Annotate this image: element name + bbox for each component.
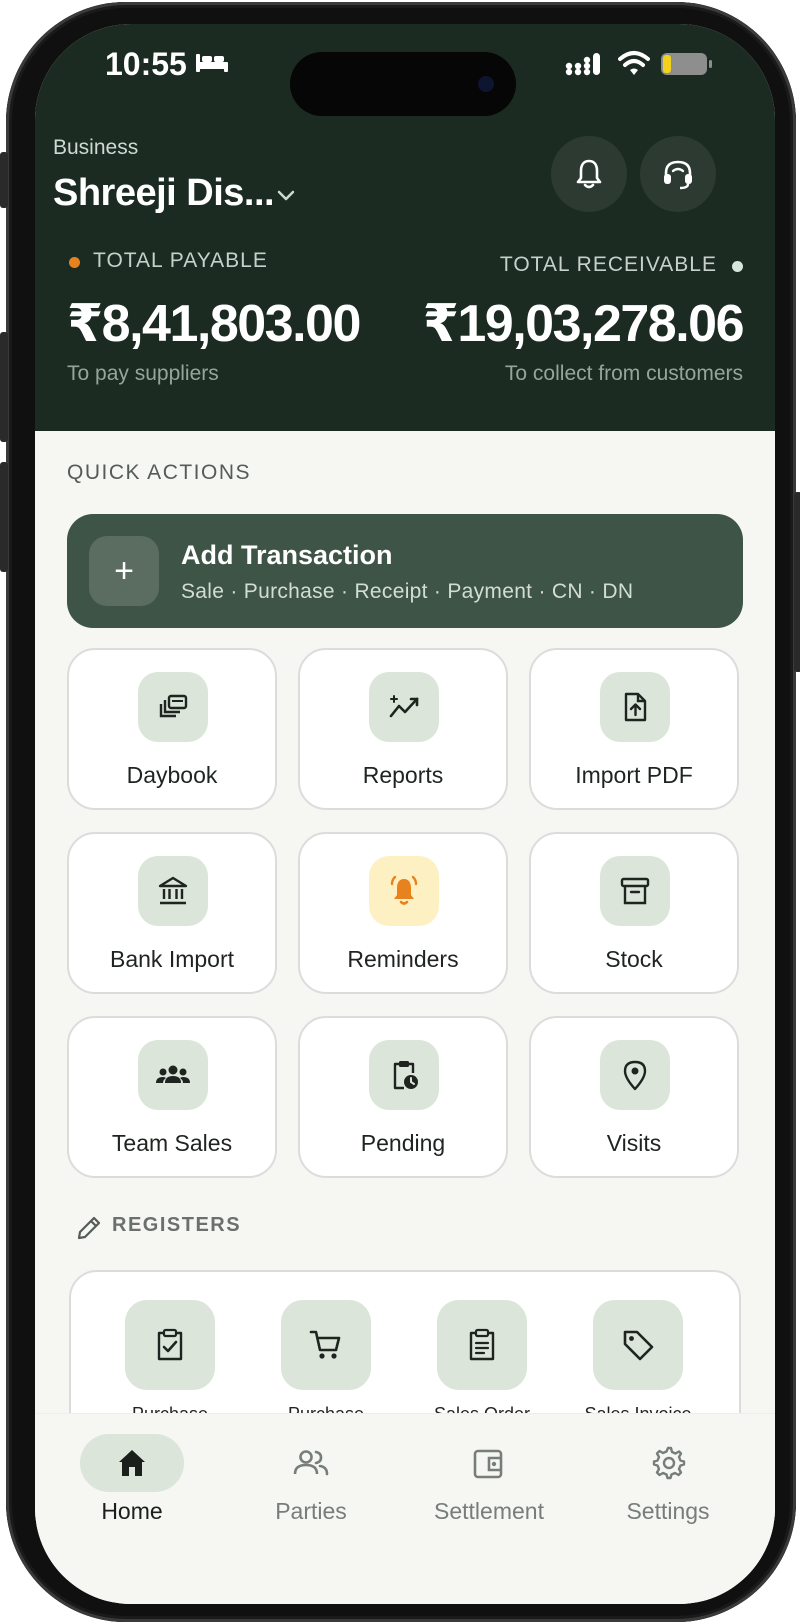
clipboard-list-icon[interactable] xyxy=(437,1300,527,1390)
nav-parties[interactable]: Parties xyxy=(221,1414,401,1534)
bank-icon xyxy=(138,856,208,926)
total-payable-amount[interactable]: ₹8,41,803.00 xyxy=(67,294,361,354)
screen: 10:55 Business Shreeji Dis... TOTAL PAYA… xyxy=(35,24,775,1604)
daybook-tile[interactable]: Daybook xyxy=(67,648,277,810)
business-name-selector[interactable]: Shreeji Dis... xyxy=(53,172,275,215)
team-sales-label: Team Sales xyxy=(111,1130,233,1156)
side-button-left-mid xyxy=(0,332,8,442)
home-icon xyxy=(80,1434,184,1492)
pending-label: Pending xyxy=(360,1130,446,1156)
battery-icon xyxy=(661,53,712,75)
bed-icon xyxy=(196,54,228,72)
reports-tile[interactable]: Reports xyxy=(298,648,508,810)
add-transaction-subtitle: Sale · Purchase · Receipt · Payment · CN… xyxy=(181,580,634,603)
visits-label: Visits xyxy=(606,1130,662,1156)
reminders-label: Reminders xyxy=(347,946,459,972)
total-receivable-title: TOTAL RECEIVABLE xyxy=(499,253,717,276)
total-receivable-subtitle: To collect from customers xyxy=(504,362,743,385)
side-button-left-top xyxy=(0,152,8,208)
clipboard-check-icon[interactable] xyxy=(125,1300,215,1390)
daybook-icon xyxy=(138,672,208,742)
nav-home-label: Home xyxy=(101,1498,163,1524)
support-button[interactable] xyxy=(640,136,716,212)
reports-label: Reports xyxy=(362,762,444,788)
file-upload-icon xyxy=(600,672,670,742)
total-payable-subtitle: To pay suppliers xyxy=(67,362,219,385)
bank-import-label: Bank Import xyxy=(110,946,234,972)
cart-icon[interactable] xyxy=(281,1300,371,1390)
bell-ring-icon xyxy=(369,856,439,926)
import-pdf-tile[interactable]: Import PDF xyxy=(529,648,739,810)
nav-home[interactable]: Home xyxy=(42,1414,222,1534)
wifi-icon xyxy=(618,51,650,75)
add-transaction-button[interactable]: + Add Transaction Sale · Purchase · Rece… xyxy=(67,514,743,628)
registers-title: REGISTERS xyxy=(112,1214,242,1236)
team-sales-tile[interactable]: Team Sales xyxy=(67,1016,277,1178)
headset-icon xyxy=(664,160,692,190)
camera-dot xyxy=(478,76,494,92)
archive-box-icon xyxy=(600,856,670,926)
location-pin-icon xyxy=(600,1040,670,1110)
nav-parties-label: Parties xyxy=(275,1498,347,1524)
plus-icon: + xyxy=(89,536,159,606)
total-payable-title: TOTAL PAYABLE xyxy=(93,249,268,272)
pending-tile[interactable]: Pending xyxy=(298,1016,508,1178)
cellular-signal-icon xyxy=(565,53,600,76)
side-button-left-bottom xyxy=(0,462,8,572)
bell-icon xyxy=(576,159,602,189)
payable-indicator-dot xyxy=(69,257,80,268)
dynamic-island xyxy=(290,52,516,116)
status-time: 10:55 xyxy=(105,46,187,82)
dashboard-header: 10:55 Business Shreeji Dis... TOTAL PAYA… xyxy=(35,24,775,431)
visits-tile[interactable]: Visits xyxy=(529,1016,739,1178)
import-pdf-label: Import PDF xyxy=(575,762,693,788)
stock-tile[interactable]: Stock xyxy=(529,832,739,994)
gear-icon xyxy=(616,1434,720,1492)
add-transaction-title: Add Transaction xyxy=(181,540,393,570)
total-receivable-amount[interactable]: ₹19,03,278.06 xyxy=(423,294,745,354)
reminders-tile[interactable]: Reminders xyxy=(298,832,508,994)
bank-import-tile[interactable]: Bank Import xyxy=(67,832,277,994)
daybook-label: Daybook xyxy=(126,762,218,788)
trend-chart-icon xyxy=(369,672,439,742)
wallet-icon xyxy=(437,1434,541,1492)
team-icon xyxy=(138,1040,208,1110)
nav-settlement-label: Settlement xyxy=(434,1498,544,1524)
notifications-button[interactable] xyxy=(551,136,627,212)
status-bar: 10:55 xyxy=(35,24,775,116)
chevron-down-icon[interactable] xyxy=(275,184,297,206)
pencil-icon xyxy=(77,1216,101,1240)
side-button-right xyxy=(794,492,800,672)
nav-settlement[interactable]: Settlement xyxy=(399,1414,579,1534)
stock-label: Stock xyxy=(605,946,663,972)
people-icon xyxy=(259,1434,363,1492)
tag-icon[interactable] xyxy=(593,1300,683,1390)
nav-settings-label: Settings xyxy=(626,1498,710,1524)
bottom-navigation: Home Parties Settlement Settings xyxy=(35,1414,775,1604)
business-label: Business xyxy=(53,136,139,159)
nav-settings[interactable]: Settings xyxy=(578,1414,758,1534)
receivable-indicator-dot xyxy=(732,261,743,272)
quick-actions-title: QUICK ACTIONS xyxy=(67,461,252,484)
clipboard-clock-icon xyxy=(369,1040,439,1110)
phone-frame: 10:55 Business Shreeji Dis... TOTAL PAYA… xyxy=(0,2,800,1622)
